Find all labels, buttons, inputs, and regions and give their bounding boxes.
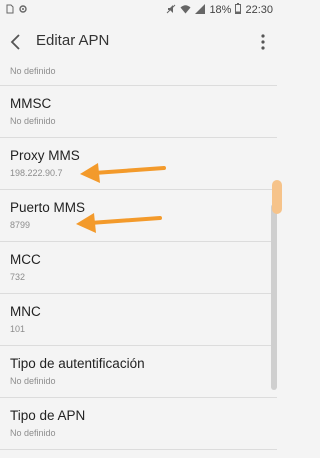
mute-icon — [166, 4, 176, 17]
battery-percent: 18% — [209, 4, 232, 16]
list-item-value: No definido — [10, 116, 56, 126]
list-item-value: No definido — [10, 376, 56, 386]
scrollbar[interactable] — [271, 204, 277, 390]
list-item-auth-type[interactable]: Tipo de autentificación No definido — [0, 346, 277, 398]
list-item-label: Proxy MMS — [10, 148, 80, 163]
list-item-value: No definido — [10, 66, 56, 76]
edge-indicator — [272, 180, 282, 214]
page-title: Editar APN — [36, 32, 110, 49]
status-left-icons — [6, 4, 28, 17]
more-vert-icon[interactable] — [259, 31, 267, 53]
list-item-label: MNC — [10, 304, 41, 319]
list-item-partial[interactable]: No definido — [0, 64, 277, 86]
list-item-label: Tipo de autentificación — [10, 356, 145, 371]
battery-icon — [235, 3, 242, 17]
back-arrow-icon[interactable] — [6, 30, 28, 54]
toolbar: Editar APN — [0, 20, 277, 64]
list-item-value: 101 — [10, 324, 26, 334]
status-bar: 18% 22:30 — [0, 0, 277, 20]
signal-icon — [195, 3, 206, 17]
wifi-icon — [180, 4, 191, 17]
settings-icon — [18, 4, 28, 17]
list-item-label: MMSC — [10, 96, 52, 111]
annotation-arrow-proxy — [78, 156, 168, 186]
list-item-mnc[interactable]: MNC 101 — [0, 294, 277, 346]
list-item-value: No definido — [10, 428, 56, 438]
list-item-label: MCC — [10, 252, 41, 267]
list-item-value: 732 — [10, 272, 26, 282]
annotation-arrow-puerto — [74, 207, 164, 237]
clock: 22:30 — [245, 4, 273, 16]
list-item-mmsc[interactable]: MMSC No definido — [0, 86, 277, 138]
sim-icon — [6, 4, 14, 17]
list-item-value: 8799 — [10, 220, 31, 230]
status-right-icons: 18% 22:30 — [166, 3, 273, 17]
list-item-mcc[interactable]: MCC 732 — [0, 242, 277, 294]
list-item-value: 198.222.90.7 — [10, 168, 63, 178]
list-item-apn-type[interactable]: Tipo de APN No definido — [0, 398, 277, 450]
list-item-label: Tipo de APN — [10, 408, 86, 423]
